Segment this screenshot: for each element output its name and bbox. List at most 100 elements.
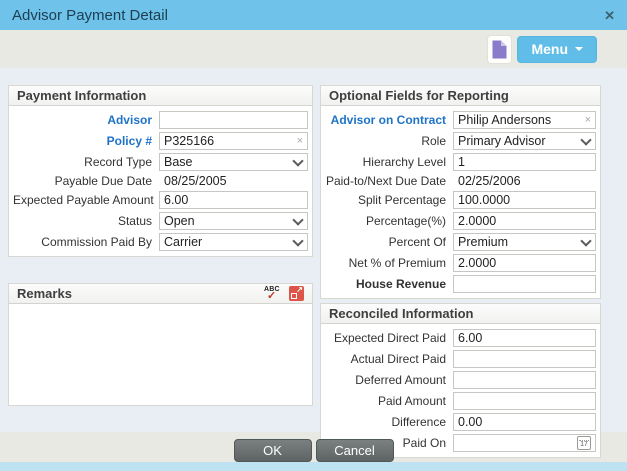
- remarks-header-icons: ABC ✓ ↗: [264, 285, 304, 302]
- actual-direct-paid-input[interactable]: [453, 350, 596, 368]
- right-column: Optional Fields for Reporting Advisor on…: [320, 85, 601, 458]
- advisor-on-contract-label[interactable]: Advisor on Contract: [325, 113, 453, 127]
- remarks-panel: Remarks ABC ✓ ↗: [8, 283, 313, 406]
- reconciled-information-body: Expected Direct Paid 6.00 Actual Direct …: [321, 324, 600, 457]
- optional-fields-body: Advisor on Contract Philip Andersons × R…: [321, 106, 600, 298]
- close-icon[interactable]: ✕: [604, 9, 615, 22]
- expected-payable-amount-label: Expected Payable Amount: [13, 193, 154, 207]
- reconciled-information-panel: Reconciled Information Expected Direct P…: [320, 303, 601, 458]
- payable-due-date-value: 08/25/2005: [164, 174, 227, 188]
- paid-to-next-due-date-label: Paid-to/Next Due Date: [325, 174, 446, 188]
- field-row: Advisor on Contract Philip Andersons ×: [325, 111, 596, 129]
- chevron-down-icon: [293, 216, 303, 226]
- advisor-on-contract-input[interactable]: Philip Andersons ×: [453, 111, 596, 129]
- field-row: Role Primary Advisor: [325, 132, 596, 150]
- bottom-accent-strip: [0, 462, 627, 471]
- payable-due-date-label: Payable Due Date: [54, 174, 152, 188]
- remarks-textarea[interactable]: [9, 304, 312, 405]
- dialog-titlebar: Advisor Payment Detail ✕: [0, 0, 627, 30]
- advisor-input[interactable]: [159, 111, 308, 129]
- field-row: Payable Due Date 08/25/2005: [13, 174, 308, 188]
- expected-payable-amount-input[interactable]: 6.00: [159, 191, 308, 209]
- policy-number-label[interactable]: Policy #: [13, 134, 159, 148]
- left-column: Payment Information Advisor Policy # P32…: [8, 85, 313, 432]
- payment-information-panel: Payment Information Advisor Policy # P32…: [8, 85, 313, 257]
- ok-button[interactable]: OK: [233, 439, 312, 462]
- field-row: Percentage(%) 2.0000: [325, 212, 596, 230]
- optional-fields-header: Optional Fields for Reporting: [321, 86, 600, 106]
- net-percent-of-premium-input[interactable]: 2.0000: [453, 254, 596, 272]
- clear-icon[interactable]: ×: [293, 135, 303, 147]
- record-type-select[interactable]: Base: [159, 153, 308, 171]
- paid-to-next-due-date-value: 02/25/2006: [458, 174, 521, 188]
- percent-of-label: Percent Of: [388, 235, 446, 249]
- toolbar: Menu: [0, 30, 627, 68]
- record-type-label: Record Type: [84, 155, 152, 169]
- chevron-down-icon: [293, 237, 303, 247]
- percentage-input[interactable]: 2.0000: [453, 212, 596, 230]
- field-row: Actual Direct Paid: [325, 350, 596, 368]
- field-row: Difference 0.00: [325, 413, 596, 431]
- document-icon: [492, 40, 507, 58]
- field-row: House Revenue: [325, 275, 596, 293]
- clear-icon[interactable]: ×: [581, 114, 591, 126]
- document-button[interactable]: [487, 34, 513, 64]
- deferred-amount-label: Deferred Amount: [355, 373, 446, 387]
- field-row: Paid Amount: [325, 392, 596, 410]
- house-revenue-label: House Revenue: [355, 277, 446, 291]
- chevron-down-icon: [293, 157, 303, 167]
- reconciled-information-header: Reconciled Information: [321, 304, 600, 324]
- actual-direct-paid-label: Actual Direct Paid: [350, 352, 446, 366]
- hierarchy-level-input[interactable]: 1: [453, 153, 596, 171]
- caret-down-icon: [575, 47, 583, 51]
- field-row: Expected Direct Paid 6.00: [325, 329, 596, 347]
- policy-number-input[interactable]: P325166 ×: [159, 132, 308, 150]
- cancel-button[interactable]: Cancel: [315, 439, 394, 462]
- optional-fields-title: Optional Fields for Reporting: [329, 88, 509, 103]
- paid-amount-label: Paid Amount: [377, 394, 446, 408]
- hierarchy-level-label: Hierarchy Level: [362, 155, 446, 169]
- commission-paid-by-label: Commission Paid By: [41, 235, 152, 249]
- payment-information-header: Payment Information: [9, 86, 312, 106]
- menu-button[interactable]: Menu: [517, 35, 597, 63]
- expected-direct-paid-label: Expected Direct Paid: [333, 331, 446, 345]
- house-revenue-input[interactable]: [453, 275, 596, 293]
- role-select[interactable]: Primary Advisor: [453, 132, 596, 150]
- dialog-title: Advisor Payment Detail: [12, 6, 168, 24]
- payment-information-body: Advisor Policy # P325166 × Record Type B: [9, 106, 312, 256]
- chevron-down-icon: [581, 136, 591, 146]
- spellcheck-icon[interactable]: ABC ✓: [264, 286, 283, 302]
- dialog-body: Payment Information Advisor Policy # P32…: [0, 68, 627, 458]
- field-row: Deferred Amount: [325, 371, 596, 389]
- calendar-icon[interactable]: 17: [577, 436, 591, 450]
- role-label: Role: [421, 134, 446, 148]
- field-row: Expected Payable Amount 6.00: [13, 191, 308, 209]
- remarks-title: Remarks: [17, 286, 72, 301]
- field-row: Paid-to/Next Due Date 02/25/2006: [325, 174, 596, 188]
- field-row: Hierarchy Level 1: [325, 153, 596, 171]
- split-percentage-input[interactable]: 100.0000: [453, 191, 596, 209]
- deferred-amount-input[interactable]: [453, 371, 596, 389]
- status-label: Status: [117, 214, 152, 228]
- field-row: Commission Paid By Carrier: [13, 233, 308, 251]
- expand-remarks-icon[interactable]: ↗: [289, 285, 304, 301]
- field-row: Percent Of Premium: [325, 233, 596, 251]
- field-row: Split Percentage 100.0000: [325, 191, 596, 209]
- net-percent-of-premium-label: Net % of Premium: [348, 256, 446, 270]
- paid-amount-input[interactable]: [453, 392, 596, 410]
- percent-of-select[interactable]: Premium: [453, 233, 596, 251]
- menu-button-label: Menu: [531, 41, 568, 57]
- percentage-label: Percentage(%): [365, 214, 446, 228]
- payment-information-title: Payment Information: [17, 88, 147, 103]
- field-row: Record Type Base: [13, 153, 308, 171]
- field-row: Net % of Premium 2.0000: [325, 254, 596, 272]
- field-row: Advisor: [13, 111, 308, 129]
- field-row: Policy # P325166 ×: [13, 132, 308, 150]
- status-select[interactable]: Open: [159, 212, 308, 230]
- paid-on-input[interactable]: 17: [453, 434, 596, 452]
- difference-input[interactable]: 0.00: [453, 413, 596, 431]
- commission-paid-by-select[interactable]: Carrier: [159, 233, 308, 251]
- advisor-label[interactable]: Advisor: [13, 113, 159, 127]
- expected-direct-paid-input[interactable]: 6.00: [453, 329, 596, 347]
- reconciled-information-title: Reconciled Information: [329, 306, 474, 321]
